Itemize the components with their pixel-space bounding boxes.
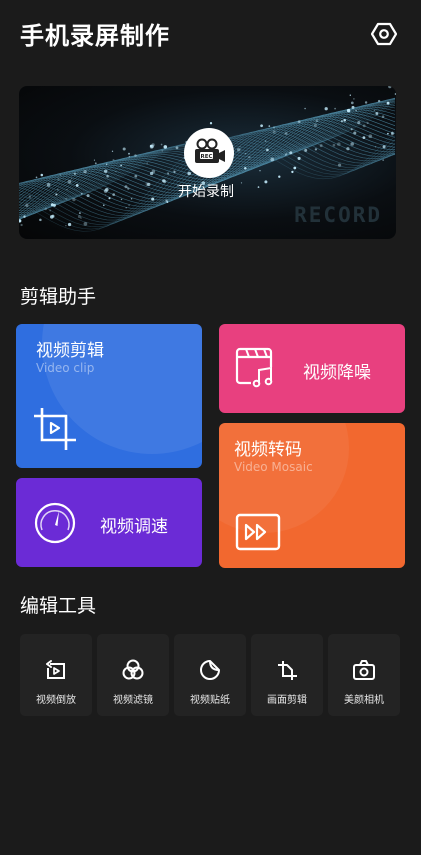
settings-hexagon-icon xyxy=(371,22,397,46)
tool-label: 视频滤镜 xyxy=(113,695,153,706)
tool-label: 视频倒放 xyxy=(36,695,76,706)
start-recording-label: 开始录制 xyxy=(178,184,234,200)
video-clip-subtitle: Video clip xyxy=(36,361,95,375)
record-watermark: RECORD xyxy=(294,203,382,227)
speedometer-icon xyxy=(34,502,76,544)
record-camera-button[interactable]: REC xyxy=(184,128,234,178)
crop-icon xyxy=(34,408,76,450)
video-clip-title: 视频剪辑 xyxy=(36,341,104,361)
tool-reverse-play[interactable]: 视频倒放 xyxy=(20,634,92,716)
canvas-crop-icon xyxy=(278,661,297,680)
section-title-tools: 编辑工具 xyxy=(20,595,97,617)
tool-label: 视频贴纸 xyxy=(190,695,230,706)
svg-text:REC: REC xyxy=(200,154,212,160)
video-transcode-card[interactable]: 视频转码 Video Mosaic xyxy=(219,423,405,568)
camera-icon xyxy=(353,660,375,680)
video-speed-card[interactable]: 视频调速 xyxy=(16,478,202,567)
filter-circles-icon xyxy=(122,659,144,680)
start-recording-banner[interactable]: REC 开始录制 RECORD xyxy=(19,86,396,239)
video-clip-card[interactable]: 视频剪辑 Video clip xyxy=(16,324,202,468)
app-title: 手机录屏制作 xyxy=(20,22,170,50)
settings-button[interactable] xyxy=(370,20,398,48)
video-speed-title: 视频调速 xyxy=(100,517,168,537)
tool-filter[interactable]: 视频滤镜 xyxy=(97,634,169,716)
film-music-icon xyxy=(235,347,273,388)
video-transcode-title: 视频转码 xyxy=(234,440,302,460)
video-transcode-subtitle: Video Mosaic xyxy=(234,460,313,474)
edit-tools-row: 视频倒放 视频滤镜 视频贴纸 画面剪辑 美颜相机 xyxy=(20,634,400,716)
sticker-icon xyxy=(200,660,220,680)
tool-label: 美颜相机 xyxy=(344,695,384,706)
tool-beauty-camera[interactable]: 美颜相机 xyxy=(328,634,400,716)
fast-forward-icon xyxy=(235,513,281,551)
section-title-assistant: 剪辑助手 xyxy=(20,286,97,308)
tool-sticker[interactable]: 视频贴纸 xyxy=(174,634,246,716)
reverse-play-icon xyxy=(46,660,65,679)
tool-canvas-crop[interactable]: 画面剪辑 xyxy=(251,634,323,716)
video-denoise-title: 视频降噪 xyxy=(303,363,371,383)
video-denoise-card[interactable]: 视频降噪 xyxy=(219,324,405,413)
tool-label: 画面剪辑 xyxy=(267,695,307,706)
video-camera-rec-icon: REC xyxy=(195,138,225,163)
